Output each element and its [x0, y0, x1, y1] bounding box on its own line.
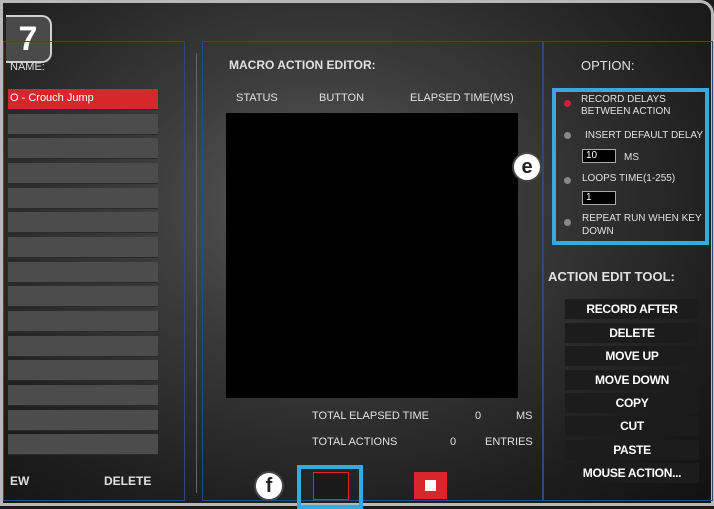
copy-button[interactable]: COPY [565, 393, 699, 413]
action-edit-tool-title: ACTION EDIT TOOL: [548, 269, 675, 284]
delay-input[interactable]: 10 [582, 149, 616, 163]
insert-default-delay-radio[interactable] [564, 132, 571, 139]
macro-list-panel: NAME: O - Crouch Jump EW DELETE [3, 41, 185, 501]
macro-window: 7 NAME: O - Crouch Jump EW DELETE MACRO … [0, 0, 714, 509]
paste-button[interactable]: PASTE [565, 440, 699, 460]
list-item[interactable] [8, 434, 158, 455]
list-item[interactable] [8, 336, 158, 357]
record-button[interactable] [313, 472, 349, 500]
move-up-button[interactable]: MOVE UP [565, 346, 699, 366]
column-status: STATUS [236, 92, 278, 104]
total-actions-unit: ENTRIES [485, 436, 533, 448]
delete-action-button[interactable]: DELETE [565, 323, 699, 343]
list-item[interactable] [8, 114, 158, 135]
list-item[interactable] [8, 286, 158, 307]
callout-f: f [254, 471, 284, 501]
total-actions-label: TOTAL ACTIONS [312, 436, 398, 448]
total-elapsed-label: TOTAL ELAPSED TIME [312, 410, 429, 422]
new-button[interactable]: EW [10, 474, 29, 488]
list-item[interactable] [8, 188, 158, 209]
divider [196, 53, 197, 493]
stop-icon [425, 480, 436, 491]
record-delays-label-1: RECORD DELAYS [581, 94, 666, 105]
repeat-run-radio[interactable] [564, 219, 571, 226]
list-item[interactable] [8, 410, 158, 431]
list-item[interactable] [8, 212, 158, 233]
list-item[interactable] [8, 163, 158, 184]
loops-time-label: LOOPS TIME(1-255) [582, 173, 676, 184]
insert-default-delay-label: INSERT DEFAULT DELAY [585, 130, 704, 141]
loops-time-radio[interactable] [564, 177, 571, 184]
loops-input[interactable]: 1 [582, 191, 616, 205]
move-down-button[interactable]: MOVE DOWN [565, 370, 699, 390]
record-after-button[interactable]: RECORD AFTER [565, 299, 699, 319]
list-item[interactable] [8, 138, 158, 159]
record-delays-radio[interactable] [564, 100, 571, 107]
column-elapsed-time: ELAPSED TIME(MS) [410, 92, 514, 104]
delay-unit-label: MS [624, 152, 639, 163]
editor-title: MACRO ACTION EDITOR: [229, 58, 376, 72]
list-item[interactable] [8, 311, 158, 332]
list-item[interactable] [8, 237, 158, 258]
total-elapsed-value: 0 [475, 410, 482, 422]
repeat-run-label-1: REPEAT RUN WHEN KEY [582, 213, 702, 224]
record-delays-label-2: BETWEEN ACTION [581, 106, 671, 117]
total-actions-value: 0 [450, 436, 457, 448]
option-title: OPTION: [581, 58, 635, 73]
list-item[interactable] [8, 385, 158, 406]
repeat-run-label-2: DOWN [582, 226, 614, 237]
list-item-selected[interactable]: O - Crouch Jump [8, 89, 158, 110]
list-item[interactable] [8, 360, 158, 381]
callout-e: e [512, 152, 542, 182]
mouse-action-button[interactable]: MOUSE ACTION... [565, 463, 699, 483]
delete-macro-button[interactable]: DELETE [104, 474, 151, 488]
name-label: NAME: [10, 61, 45, 73]
cut-button[interactable]: CUT [565, 416, 699, 436]
list-item[interactable] [8, 262, 158, 283]
stop-button[interactable] [414, 472, 447, 499]
column-button: BUTTON [319, 92, 365, 104]
total-elapsed-unit: MS [516, 410, 533, 422]
action-list[interactable] [226, 113, 518, 398]
